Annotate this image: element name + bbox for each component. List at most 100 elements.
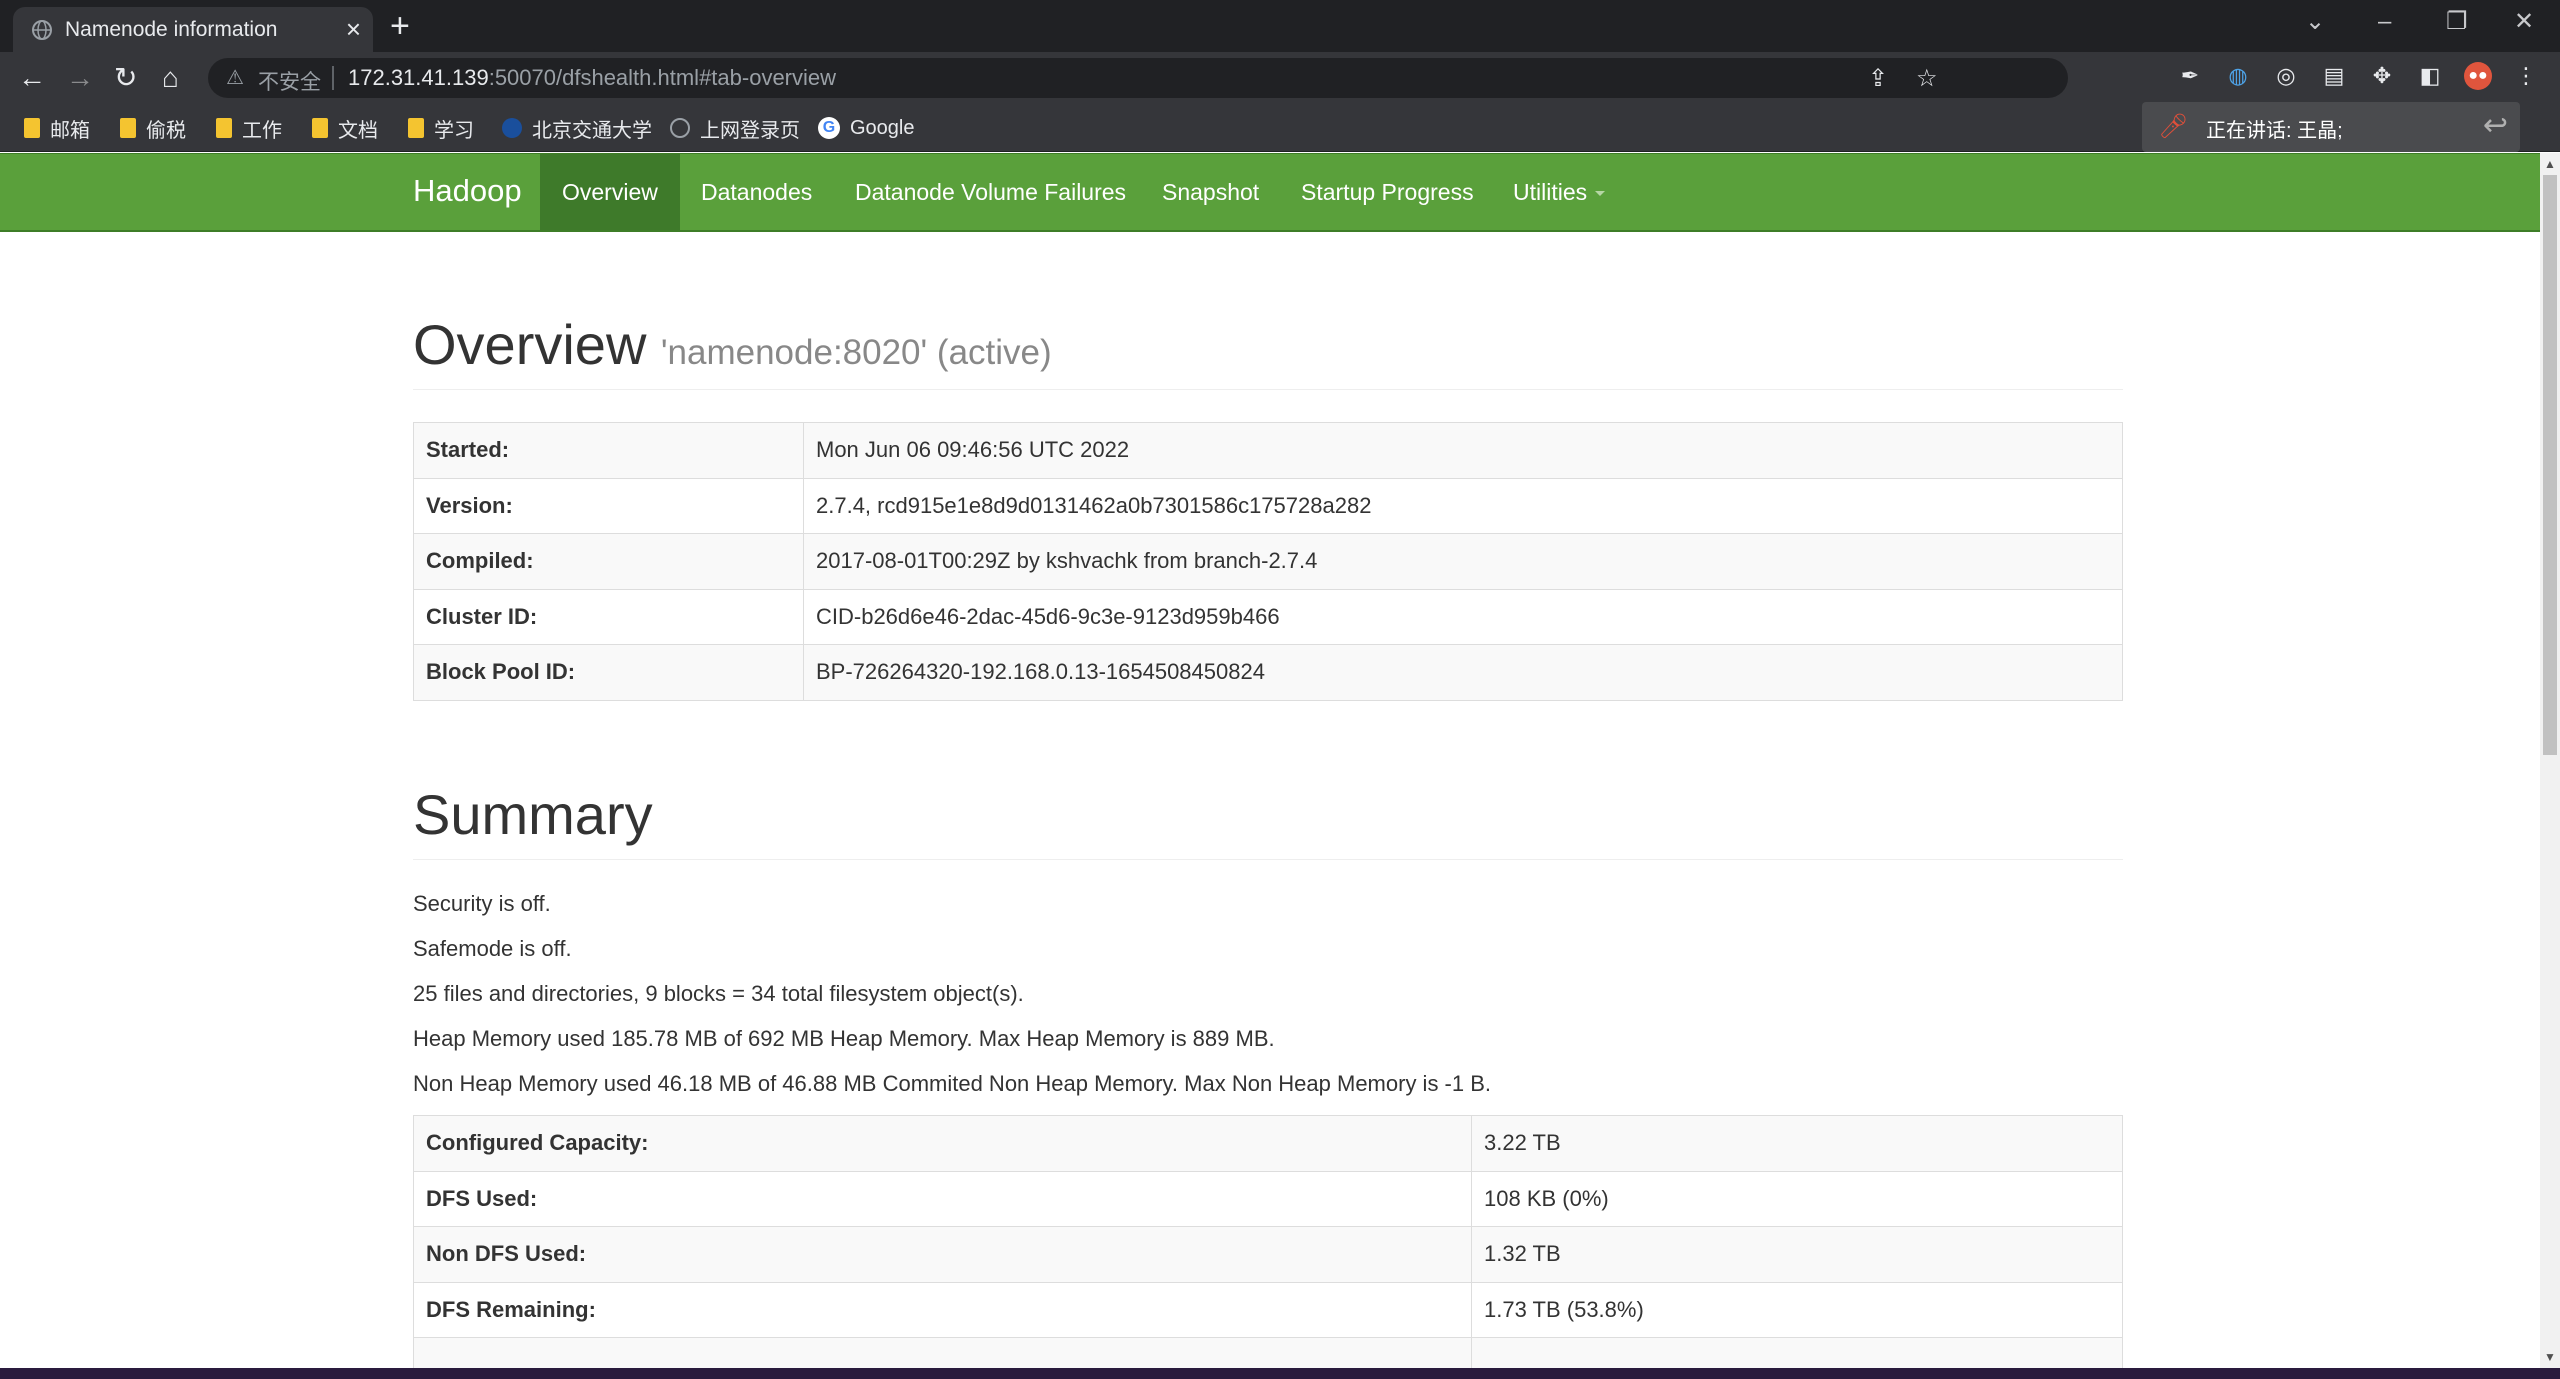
page-viewport: Hadoop Overview Datanodes Datanode Volum… bbox=[0, 153, 2540, 1368]
overview-subtitle: 'namenode:8020' (active) bbox=[660, 333, 1052, 372]
new-tab-button[interactable]: + bbox=[390, 8, 410, 44]
bookmark-label: 偷税 bbox=[146, 119, 186, 142]
home-button[interactable]: ⌂ bbox=[162, 62, 179, 94]
bookmark-bjtu[interactable]: 北京交通大学 bbox=[502, 114, 652, 142]
globe-icon bbox=[670, 118, 690, 138]
scrollbar-thumb[interactable] bbox=[2543, 175, 2557, 755]
overview-label: Compiled: bbox=[413, 533, 804, 590]
overview-title: Overview bbox=[413, 313, 647, 376]
overview-label: Started: bbox=[413, 422, 804, 479]
bjtu-logo-icon bbox=[502, 118, 522, 138]
folder-icon bbox=[120, 118, 136, 138]
share-icon[interactable]: ⇪ bbox=[1868, 64, 1888, 93]
forward-button[interactable]: → bbox=[66, 62, 94, 94]
nav-snapshot[interactable]: Snapshot bbox=[1140, 154, 1281, 230]
bookmark-folder-study[interactable]: 学习 bbox=[408, 114, 474, 142]
browser-tab-active[interactable]: Namenode information × bbox=[13, 7, 373, 52]
table-row: DFS Remaining: 1.73 TB (53.8%) bbox=[413, 1281, 2123, 1338]
bookmark-folder-2[interactable]: 偷税 bbox=[120, 114, 186, 142]
bookmark-google[interactable]: G Google bbox=[818, 114, 915, 142]
return-arrow-icon[interactable]: ↩ bbox=[2483, 108, 2508, 143]
hadoop-brand[interactable]: Hadoop bbox=[413, 173, 522, 209]
capacity-value: 1.32 TB bbox=[1471, 1226, 2123, 1283]
os-taskbar-edge bbox=[0, 1368, 2560, 1379]
safemode-status-line: Safemode is off. bbox=[413, 936, 572, 961]
address-bar[interactable]: ⚠ 不安全 172.31.41.139:50070/dfshealth.html… bbox=[208, 58, 2068, 98]
restore-button[interactable]: ❐ bbox=[2446, 7, 2468, 37]
summary-text: Security is off. Safemode is off. 25 fil… bbox=[413, 892, 2123, 1117]
bookmark-folder-mail[interactable]: 邮箱 bbox=[24, 114, 90, 142]
heap-memory-line: Heap Memory used 185.78 MB of 692 MB Hea… bbox=[413, 1026, 1275, 1051]
table-row: Non DFS Used: 1.32 TB bbox=[413, 1226, 2123, 1283]
caret-down-icon bbox=[1595, 191, 1606, 197]
extension-document-icon[interactable]: ▤ bbox=[2320, 62, 2348, 90]
bookmark-label: 上网登录页 bbox=[700, 119, 800, 142]
tab-title: Namenode information bbox=[65, 18, 278, 41]
overview-value: 2.7.4, rcd915e1e8d9d0131462a0b7301586c17… bbox=[803, 477, 2123, 534]
bookmark-folder-docs[interactable]: 文档 bbox=[312, 114, 378, 142]
minimize-button[interactable]: – bbox=[2378, 7, 2391, 37]
extension-feather-icon[interactable]: ✒ bbox=[2176, 62, 2204, 90]
side-panel-icon[interactable]: ◧ bbox=[2416, 62, 2444, 90]
profile-avatar[interactable]: ●● bbox=[2464, 62, 2492, 90]
bookmark-folder-work[interactable]: 工作 bbox=[216, 114, 282, 142]
nav-overview[interactable]: Overview bbox=[540, 154, 680, 230]
extension-globe-icon[interactable]: ◍ bbox=[2224, 62, 2252, 90]
close-window-button[interactable]: ✕ bbox=[2514, 7, 2534, 37]
tab-close-icon[interactable]: × bbox=[346, 15, 361, 43]
nav-datanode-volume-failures[interactable]: Datanode Volume Failures bbox=[833, 154, 1148, 230]
filesystem-objects-line: 25 files and directories, 9 blocks = 34 … bbox=[413, 981, 1024, 1006]
nav-utilities-label: Utilities bbox=[1513, 179, 1588, 205]
capacity-table: Configured Capacity: 3.22 TB DFS Used: 1… bbox=[413, 1115, 2123, 1368]
folder-icon bbox=[24, 118, 40, 138]
browser-toolbar: ← → ↻ ⌂ ⚠ 不安全 172.31.41.139:50070/dfshea… bbox=[0, 52, 2560, 104]
overview-header: Overview 'namenode:8020' (active) bbox=[413, 312, 2123, 390]
tab-search-icon[interactable]: ⌄ bbox=[2305, 7, 2325, 37]
bookmark-login-page[interactable]: 上网登录页 bbox=[670, 114, 800, 142]
capacity-label: DFS Used: bbox=[413, 1170, 1472, 1227]
overview-label: Block Pool ID: bbox=[413, 644, 804, 701]
table-row: Started: Mon Jun 06 09:46:56 UTC 2022 bbox=[413, 422, 2123, 479]
capacity-label bbox=[413, 1337, 1472, 1368]
table-row: DFS Used: 108 KB (0%) bbox=[413, 1170, 2123, 1227]
security-status-line: Security is off. bbox=[413, 891, 551, 916]
browser-menu-icon[interactable]: ⋮ bbox=[2512, 62, 2540, 90]
hadoop-navbar: Hadoop Overview Datanodes Datanode Volum… bbox=[0, 153, 2540, 232]
reload-button[interactable]: ↻ bbox=[114, 62, 137, 94]
capacity-label: Non DFS Used: bbox=[413, 1226, 1472, 1283]
capacity-label: DFS Remaining: bbox=[413, 1281, 1472, 1338]
scroll-down-arrow-icon[interactable]: ▼ bbox=[2540, 1350, 2560, 1364]
extension-mask-icon[interactable]: ◎ bbox=[2272, 62, 2300, 90]
overview-table: Started: Mon Jun 06 09:46:56 UTC 2022 Ve… bbox=[413, 422, 2123, 701]
url-text[interactable]: 172.31.41.139:50070/dfshealth.html#tab-o… bbox=[348, 65, 836, 91]
overview-label: Cluster ID: bbox=[413, 588, 804, 645]
capacity-value bbox=[1471, 1337, 2123, 1368]
folder-icon bbox=[216, 118, 232, 138]
browser-tab-strip: Namenode information × + ⌄ – ❐ ✕ bbox=[0, 0, 2560, 52]
bookmark-star-icon[interactable]: ☆ bbox=[1916, 64, 1938, 93]
nav-startup-progress[interactable]: Startup Progress bbox=[1279, 154, 1496, 230]
overview-value: CID-b26d6e46-2dac-45d6-9c3e-9123d959b466 bbox=[803, 588, 2123, 645]
table-row: Configured Capacity: 3.22 TB bbox=[413, 1115, 2123, 1172]
summary-title: Summary bbox=[413, 783, 653, 846]
overview-label: Version: bbox=[413, 477, 804, 534]
bookmark-label: 邮箱 bbox=[50, 119, 90, 142]
capacity-value: 3.22 TB bbox=[1471, 1115, 2123, 1172]
non-heap-memory-line: Non Heap Memory used 46.18 MB of 46.88 M… bbox=[413, 1071, 1492, 1096]
table-row: Cluster ID: CID-b26d6e46-2dac-45d6-9c3e-… bbox=[413, 588, 2123, 645]
overview-value: Mon Jun 06 09:46:56 UTC 2022 bbox=[803, 422, 2123, 479]
nav-datanodes[interactable]: Datanodes bbox=[679, 154, 834, 230]
nav-utilities-dropdown[interactable]: Utilities bbox=[1491, 154, 1627, 230]
security-status[interactable]: 不安全 bbox=[258, 66, 321, 96]
table-row: Version: 2.7.4, rcd915e1e8d9d0131462a0b7… bbox=[413, 477, 2123, 534]
back-button[interactable]: ← bbox=[18, 62, 46, 94]
warning-icon[interactable]: ⚠ bbox=[226, 65, 244, 90]
url-host: 172.31.41.139 bbox=[348, 65, 489, 90]
bookmark-label: 工作 bbox=[242, 119, 282, 142]
page-scrollbar[interactable]: ▲ ▼ bbox=[2540, 153, 2560, 1368]
scroll-up-arrow-icon[interactable]: ▲ bbox=[2540, 157, 2560, 171]
url-path: :50070/dfshealth.html#tab-overview bbox=[488, 65, 837, 90]
folder-icon bbox=[312, 118, 328, 138]
bookmark-label: 文档 bbox=[338, 119, 378, 142]
extensions-puzzle-icon[interactable]: ✥ bbox=[2368, 62, 2396, 90]
